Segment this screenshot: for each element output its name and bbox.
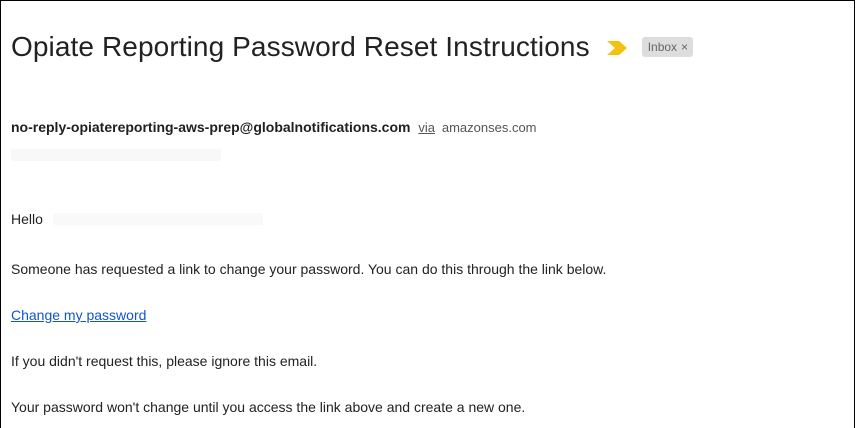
greeting: Hello [11, 211, 43, 227]
subject-row: Opiate Reporting Password Reset Instruct… [11, 25, 694, 69]
body-paragraph-request: Someone has requested a link to change y… [11, 261, 607, 277]
inbox-label-chip: Inbox × [641, 37, 694, 57]
sender-row: no-reply-opiatereporting-aws-prep@global… [11, 117, 537, 138]
remove-label-icon[interactable]: × [681, 40, 688, 54]
sender-address: no-reply-opiatereporting-aws-prep@global… [11, 119, 411, 135]
body-paragraph-note: Your password won't change until you acc… [11, 399, 526, 415]
redacted-name [53, 213, 263, 225]
email-subject: Opiate Reporting Password Reset Instruct… [11, 31, 590, 62]
redacted-recipient [11, 149, 221, 161]
via-domain: amazonses.com [441, 120, 537, 135]
via-link[interactable]: via [418, 120, 435, 135]
importance-marker-icon[interactable] [606, 40, 628, 56]
email-view: Opiate Reporting Password Reset Instruct… [0, 0, 855, 428]
inbox-label-text: Inbox [647, 40, 678, 54]
body-paragraph-ignore: If you didn't request this, please ignor… [11, 353, 318, 369]
change-password-link[interactable]: Change my password [11, 305, 146, 325]
